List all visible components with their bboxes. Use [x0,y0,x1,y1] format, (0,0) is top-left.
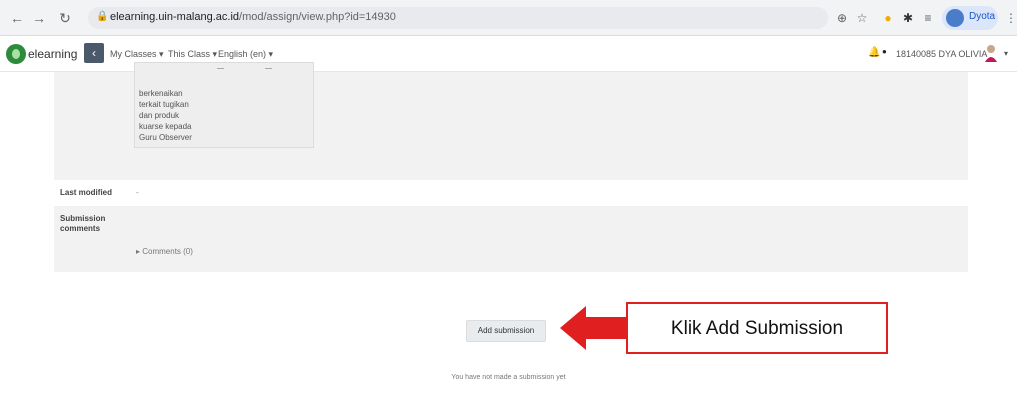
menu-kebab-icon[interactable]: ⋮ [1003,10,1017,26]
menu-language[interactable]: English (en) ▾ [218,49,273,60]
site-logo-icon[interactable] [6,44,26,64]
extension-icon[interactable]: ✱ [900,10,916,26]
menu-my-classes[interactable]: My Classes ▾ [110,49,164,60]
reload-icon[interactable]: ↻ [56,9,74,27]
avatar[interactable] [984,44,998,62]
reading-list-icon[interactable]: ≡ [920,10,936,26]
menu-this-class[interactable]: This Class ▾ [168,49,217,60]
inner-text-line: dan produk [139,111,180,120]
drawer-toggle-button[interactable]: ‹ [84,43,104,63]
address-bar[interactable]: 🔒 elearning.uin-malang.ac.id/mod/assign/… [88,7,828,29]
last-modified-value: - [136,188,139,197]
submission-comments-label: comments [60,224,101,233]
profile-button[interactable]: Dyota [942,6,998,30]
rubric-cell: — — berkenaikan terkait tugikan dan prod… [134,62,314,148]
submission-comments-label: Submission [60,214,106,223]
notification-bell-icon[interactable]: 🔔 [868,47,880,58]
inner-text-line: terkait tugikan [139,100,189,109]
no-submission-text: You have not made a submission yet [451,374,566,381]
inner-header: — [217,65,224,72]
comments-toggle-link[interactable]: ▸ Comments (0) [136,247,193,256]
red-arrow-icon [560,306,628,350]
annotation-callout: Klik Add Submission [626,302,888,354]
chevron-down-icon[interactable]: ▾ [1004,49,1008,58]
avatar [946,9,964,27]
back-icon[interactable]: ← [8,9,26,27]
lock-icon: 🔒 [96,11,109,22]
zoom-icon[interactable]: ⊕ [834,10,850,26]
table-row [54,206,968,272]
table-row [54,180,968,206]
extension-icon[interactable]: ● [880,10,896,26]
url-text: elearning.uin-malang.ac.id/mod/assign/vi… [110,11,396,23]
add-submission-button[interactable]: Add submission [466,320,546,342]
inner-text-line: kuarse kepada [139,122,192,131]
site-name[interactable]: elearning [28,47,77,61]
messages-icon[interactable]: ● [882,47,887,56]
inner-text-line: Guru Observer [139,133,192,142]
inner-text-line: berkenaikan [139,89,183,98]
browser-toolbar: ← → ↻ 🔒 elearning.uin-malang.ac.id/mod/a… [0,0,1017,36]
profile-label: Dyota [969,11,996,22]
forward-icon[interactable]: → [30,9,48,27]
callout-text: Klik Add Submission [670,318,844,339]
inner-header: — [265,65,272,72]
last-modified-label: Last modified [60,188,113,197]
user-name[interactable]: 18140085 DYA OLIVIA [896,49,987,59]
bookmark-star-icon[interactable]: ☆ [854,10,870,26]
